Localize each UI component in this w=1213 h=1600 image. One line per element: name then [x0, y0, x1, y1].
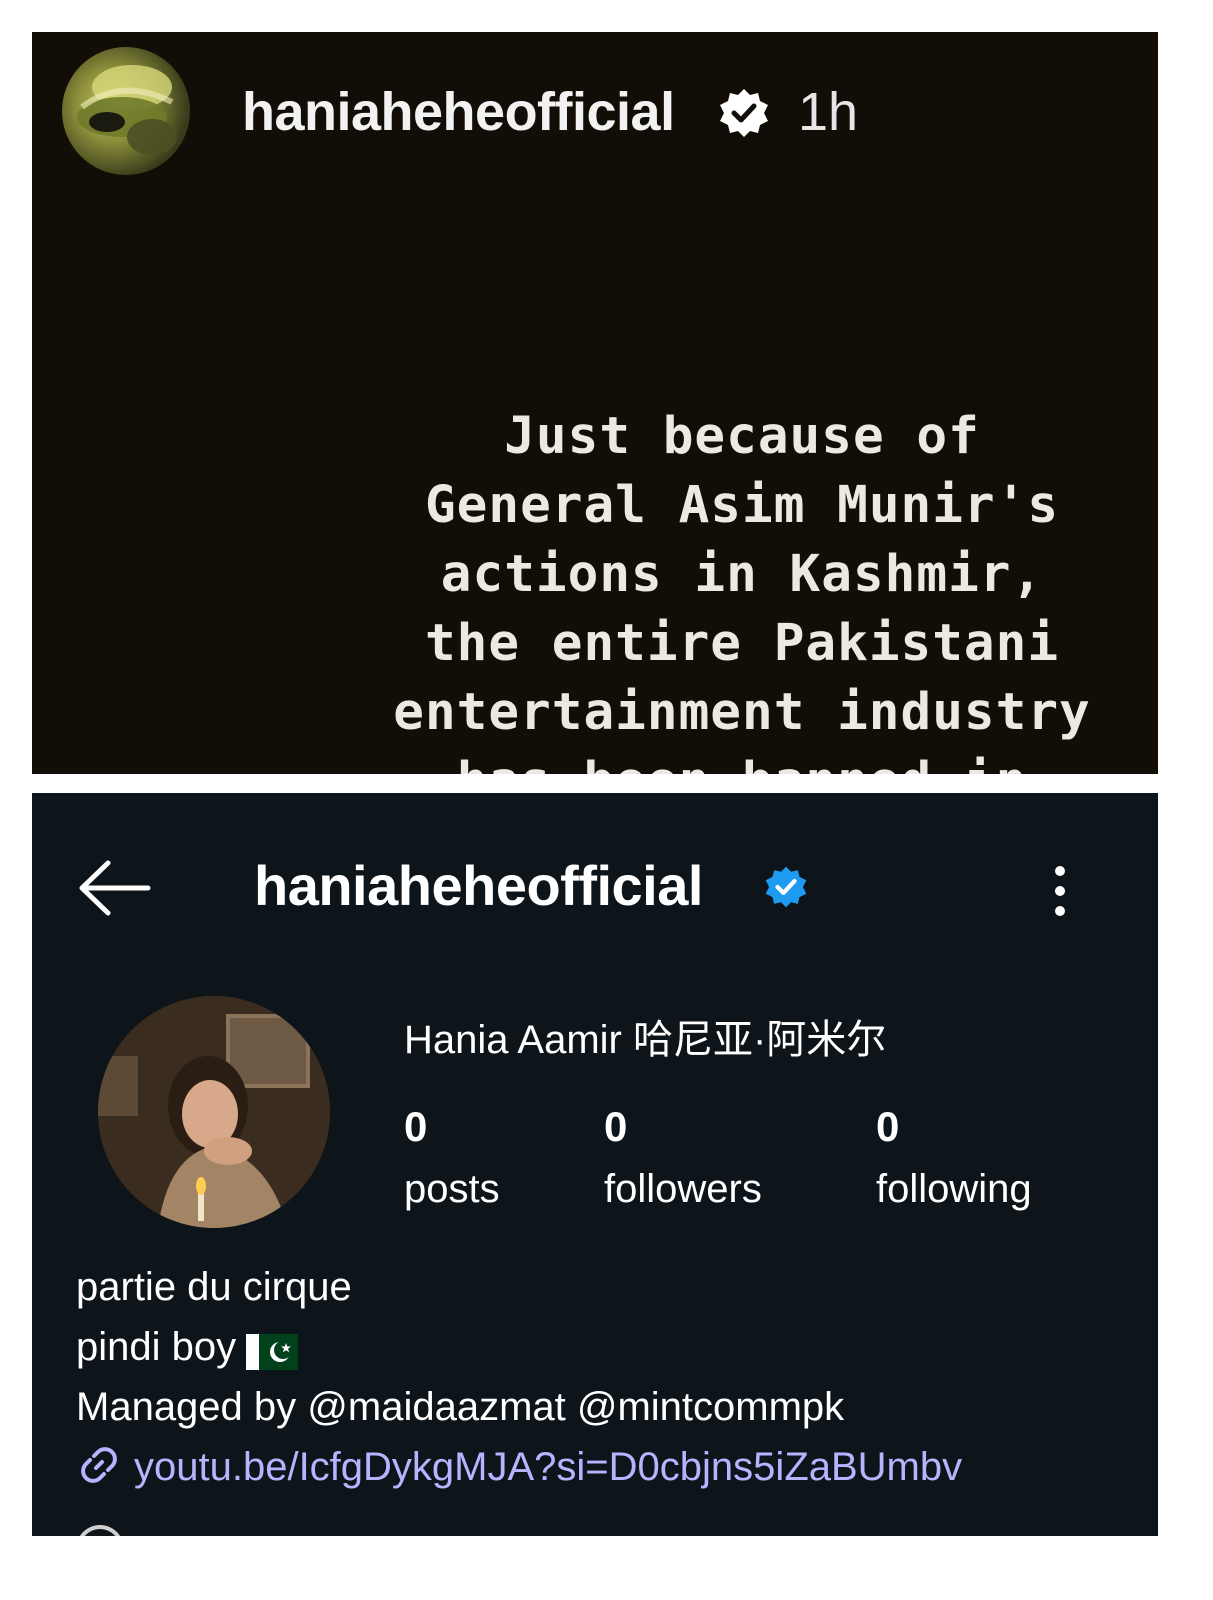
- bio-link[interactable]: youtu.be/IcfgDykgMJA?si=D0cbjns5iZaBUmbv: [76, 1437, 962, 1497]
- bio-link-text[interactable]: youtu.be/IcfgDykgMJA?si=D0cbjns5iZaBUmbv: [134, 1445, 962, 1489]
- verified-badge-icon: [764, 865, 808, 909]
- following-label: following: [876, 1167, 1032, 1211]
- story-avatar[interactable]: [62, 47, 190, 175]
- cutoff-icon: [76, 1525, 124, 1536]
- story-timestamp: 1h: [798, 82, 859, 142]
- profile-bio: partie du cirque pindi boy Managed by @m…: [76, 1257, 962, 1497]
- story-header: haniaheheofficial 1h: [32, 32, 1158, 202]
- back-button[interactable]: [76, 853, 152, 923]
- arrow-left-icon: [79, 860, 151, 916]
- posts-count: 0: [404, 1103, 428, 1150]
- more-vertical-icon: [1055, 866, 1065, 916]
- more-options-button[interactable]: [1042, 863, 1078, 919]
- bio-line-2-text: pindi boy: [76, 1325, 237, 1369]
- followers-label: followers: [604, 1167, 762, 1211]
- posts-stat[interactable]: 0 posts: [404, 1101, 500, 1213]
- following-count: 0: [876, 1103, 900, 1150]
- story-username[interactable]: haniaheheofficial: [242, 82, 675, 142]
- pakistan-flag-icon: [246, 1327, 299, 1371]
- bio-line-2: pindi boy: [76, 1317, 962, 1377]
- profile-username: haniaheheofficial: [254, 854, 703, 917]
- screenshot-collage: haniaheheofficial 1h Just because of Gen…: [0, 0, 1213, 1600]
- story-panel: haniaheheofficial 1h Just because of Gen…: [32, 32, 1158, 774]
- following-stat[interactable]: 0 following: [876, 1101, 1032, 1213]
- display-name: Hania Aamir 哈尼亚·阿米尔: [404, 1018, 887, 1062]
- story-text: Just because of General Asim Munir's act…: [393, 407, 1091, 774]
- posts-label: posts: [404, 1167, 500, 1211]
- followers-stat[interactable]: 0 followers: [604, 1101, 762, 1213]
- link-icon: [76, 1442, 122, 1488]
- profile-panel: haniaheheofficial Hania Aamir 哈尼亚·阿米尔 0 …: [32, 793, 1158, 1536]
- verified-badge-icon: [718, 87, 770, 139]
- bio-line-3: Managed by @maidaazmat @mintcommpk: [76, 1385, 845, 1429]
- profile-avatar[interactable]: [98, 996, 330, 1228]
- bio-line-1: partie du cirque: [76, 1265, 352, 1309]
- followers-count: 0: [604, 1103, 628, 1150]
